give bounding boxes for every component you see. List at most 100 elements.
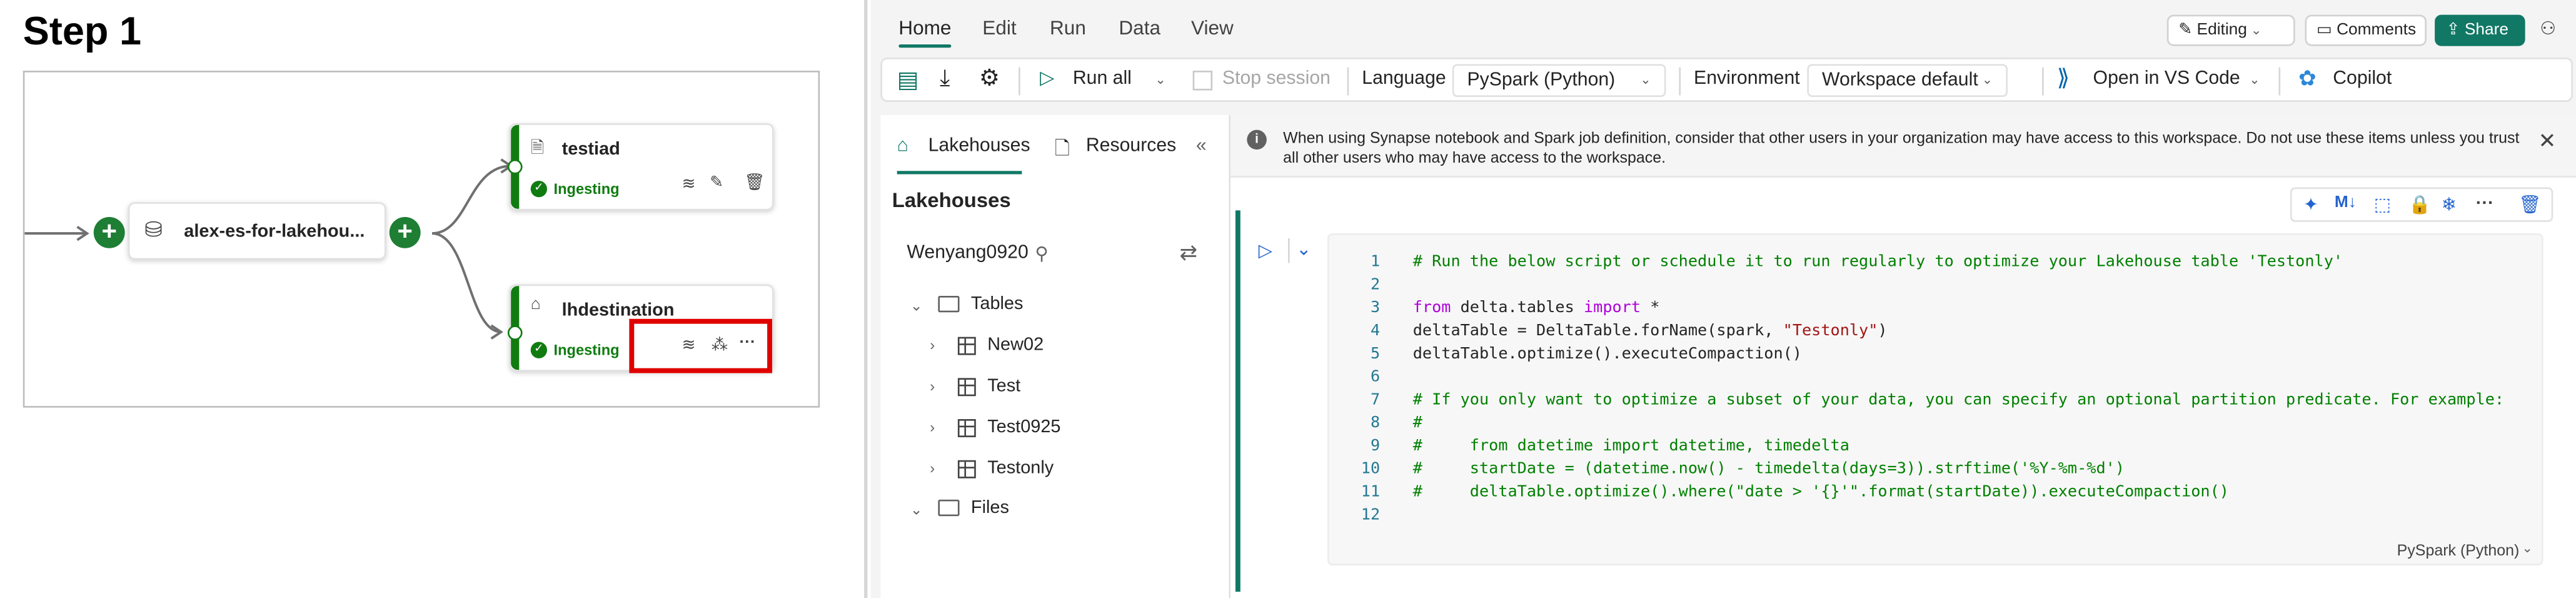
freeze-icon[interactable]: ❄ — [2442, 194, 2457, 216]
code-line[interactable]: 3 from delta.tables import * — [1329, 299, 2545, 322]
language-value: PySpark (Python) — [1467, 70, 1616, 91]
table-icon — [957, 378, 976, 397]
line-number: 4 — [1370, 322, 1381, 340]
highlight-box — [629, 318, 772, 373]
code-line[interactable]: 5 deltaTable.optimize().executeCompaction… — [1329, 345, 2545, 368]
tree-tables[interactable]: Tables — [971, 294, 1024, 314]
code-line[interactable]: 8 # — [1329, 414, 2545, 437]
copilot-button[interactable]: Copilot — [2333, 69, 2392, 89]
chevron-down-icon[interactable]: ⌄ — [910, 501, 923, 519]
line-number: 6 — [1370, 368, 1381, 387]
tree-table[interactable]: New02 — [987, 335, 1044, 355]
editing-mode-button[interactable]: ✎ Editing ⌄ — [2166, 14, 2295, 46]
tree-table[interactable]: Testonly — [987, 459, 1054, 479]
resources-tab-icon: 🗋 — [1054, 139, 1070, 160]
run-all-button[interactable]: Run all — [1073, 69, 1132, 89]
info-banner: i When using Synapse notebook and Spark … — [1230, 114, 2576, 178]
connector-dot — [507, 325, 523, 340]
code-text: deltaTable = DeltaTable.forName(spark, "… — [1412, 322, 1888, 340]
tree-files[interactable]: Files — [971, 498, 1009, 518]
chevron-down-icon: ⌄ — [2246, 23, 2262, 38]
delete-icon[interactable]: 🗑 — [744, 175, 765, 193]
share-button[interactable]: ⇪ Share — [2435, 14, 2525, 46]
stop-session-button[interactable]: Stop session — [1222, 69, 1331, 89]
environment-value: Workspace default — [1822, 70, 1978, 91]
chevron-down-icon[interactable]: ⌄ — [910, 298, 923, 316]
code-line[interactable]: 10 # startDate = (datetime.now() - timede… — [1329, 460, 2545, 484]
chevron-down-icon[interactable]: ⌄ — [2522, 540, 2533, 555]
tab-data[interactable]: Data — [1119, 16, 1160, 39]
status-label: Ingesting — [553, 181, 620, 198]
chevron-right-icon[interactable]: › — [930, 337, 935, 353]
line-number: 8 — [1370, 414, 1381, 433]
tab-lakehouses[interactable]: Lakehouses — [928, 136, 1030, 156]
add-destination-button[interactable]: + — [389, 216, 421, 248]
code-cell[interactable]: 1 # Run the below script or schedule it t… — [1327, 233, 2543, 565]
tab-edit[interactable]: Edit — [982, 16, 1016, 39]
markdown-icon[interactable]: M↓ — [2335, 194, 2357, 212]
code-line[interactable]: 9 # from datetime import datetime, timede… — [1329, 437, 2545, 460]
chevron-right-icon[interactable]: › — [930, 378, 935, 394]
tab-view[interactable]: View — [1191, 16, 1234, 39]
code-line[interactable]: 1 # Run the below script or schedule it t… — [1329, 253, 2545, 276]
notebook-icon[interactable]: ▤ — [897, 66, 919, 94]
switch-icon[interactable]: ⇄ — [1180, 240, 1198, 266]
explorer-heading: Lakehouses — [892, 189, 1011, 212]
active-cell-indicator — [1235, 210, 1240, 592]
language-select[interactable]: PySpark (Python) ⌄ — [1452, 64, 1666, 98]
download-icon[interactable]: ⤓ — [940, 64, 950, 92]
collapse-panel-icon[interactable]: « — [1196, 136, 1207, 156]
stream-settings-icon[interactable]: ≋ — [682, 176, 695, 194]
destination-node-testiad[interactable]: 🗎 testiad ✓ Ingesting ≋ ✎ 🗑 — [509, 123, 774, 211]
language-label: Language — [1362, 69, 1446, 89]
separator — [2042, 67, 2044, 96]
destination-title: lhdestination — [561, 300, 675, 321]
environment-select[interactable]: Workspace default ⌄ — [1807, 64, 2008, 98]
run-cell-icon[interactable]: ▷ — [1259, 240, 1272, 261]
open-vscode-button[interactable]: Open in VS Code — [2093, 69, 2240, 89]
more-options-icon[interactable]: ··· — [2476, 194, 2494, 214]
lakehouse-name[interactable]: Wenyang0920 — [907, 243, 1028, 263]
chevron-right-icon[interactable]: › — [930, 419, 935, 435]
edit-icon[interactable]: ✎ — [710, 175, 723, 193]
chevron-down-icon[interactable]: ⌄ — [1155, 73, 1166, 88]
code-line[interactable]: 12 — [1329, 506, 2545, 529]
code-line[interactable]: 4 deltaTable = DeltaTable.forName(spark, … — [1329, 322, 2545, 345]
add-source-button[interactable]: + — [93, 216, 125, 248]
separator — [1019, 67, 1020, 96]
code-line[interactable]: 2 — [1329, 276, 2545, 299]
code-text: # — [1412, 414, 1422, 433]
chevron-down-icon[interactable]: ⌄ — [2249, 73, 2260, 88]
vscode-icon: ⟫ — [2056, 64, 2070, 91]
lock-icon[interactable]: 🔒 — [2408, 194, 2431, 216]
copilot-cell-icon[interactable]: ✦ — [2303, 194, 2318, 216]
check-icon: ✓ — [530, 181, 547, 198]
chevron-right-icon[interactable]: › — [930, 460, 935, 477]
environment-label: Environment — [1694, 69, 1800, 89]
chevron-down-icon: ⌄ — [1981, 72, 1993, 88]
line-number: 2 — [1370, 276, 1381, 295]
source-node[interactable]: ⛁ alex-es-for-lakehou... — [128, 202, 386, 260]
tab-run[interactable]: Run — [1050, 16, 1086, 39]
pin-icon[interactable]: ⚲ — [1035, 243, 1048, 265]
code-line[interactable]: 6 — [1329, 368, 2545, 392]
cell-toolbar: ✦ M↓ ⬚ 🔒 ❄ ··· 🗑 — [2290, 187, 2553, 222]
tree-table[interactable]: Test0925 — [987, 417, 1060, 437]
close-icon[interactable]: ✕ — [2538, 128, 2557, 155]
chevron-down-icon[interactable]: ⌄ — [1296, 238, 1311, 260]
tree-table[interactable]: Test — [987, 377, 1020, 397]
line-number: 9 — [1370, 437, 1381, 455]
delete-icon[interactable]: 🗑 — [2518, 194, 2542, 216]
code-line[interactable]: 7 # If you only want to optimize a subset… — [1329, 391, 2545, 414]
comments-button[interactable]: ▭ Comments — [2305, 14, 2427, 46]
gear-icon[interactable]: ⚙ — [979, 64, 1000, 92]
person-icon[interactable]: ⚇ — [2540, 18, 2556, 40]
code-text: # startDate = (datetime.now() - timedelt… — [1412, 460, 2125, 479]
code-text: # deltaTable.optimize().where("date > '{… — [1412, 483, 2229, 502]
active-tab-indicator — [897, 171, 1022, 175]
tab-resources[interactable]: Resources — [1086, 136, 1176, 156]
code-text: # from datetime import datetime, timedel… — [1412, 437, 1849, 455]
select-icon[interactable]: ⬚ — [2374, 194, 2391, 216]
code-line[interactable]: 11 # deltaTable.optimize().where("date > … — [1329, 484, 2545, 507]
tab-home[interactable]: Home — [898, 16, 951, 39]
